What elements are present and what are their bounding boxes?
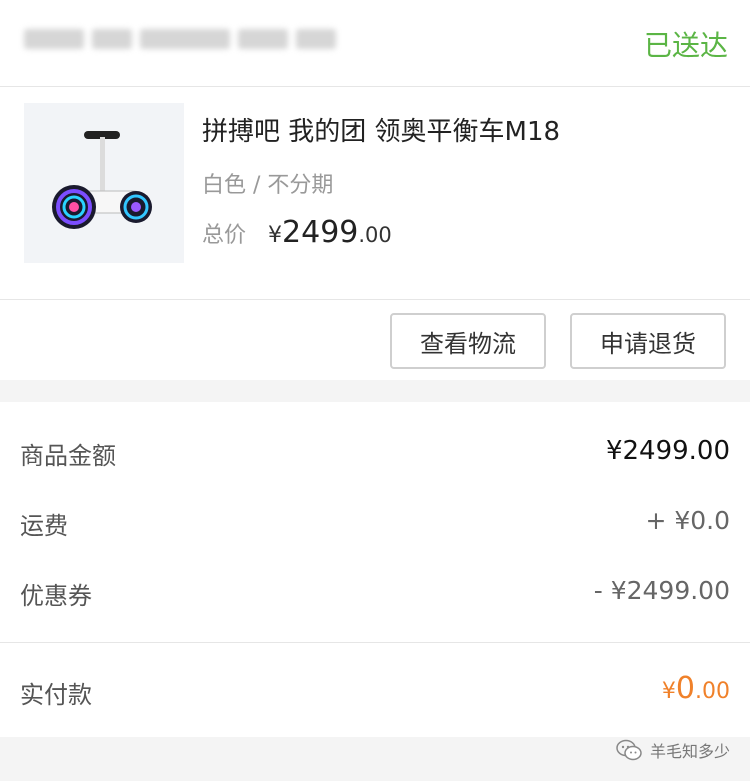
actual-payment-row: 实付款 ¥ 0 .00 [0,643,750,737]
coupon-row: 优惠券 - ¥2499.00 [20,576,730,616]
product-title[interactable]: 拼搏吧 我的团 领奥平衡车M18 [202,111,560,148]
product-price: 总价 ¥ 2499 .00 [202,215,392,250]
goods-amount-value: ¥2499.00 [605,436,730,466]
price-decimal: .00 [358,223,392,247]
price-currency: ¥ [268,223,283,248]
product-variant: 白色 / 不分期 [202,173,334,198]
watermark-text: 羊毛知多少 [649,742,730,761]
self-balancing-scooter-image [24,103,184,263]
coupon-label: 优惠券 [20,582,92,610]
shipping-value: + ¥0.0 [645,506,730,535]
paid-integer: 0 [675,671,695,706]
order-actions: 查看物流 申请退货 [0,300,750,380]
order-header: 已送达 [0,0,750,87]
paid-currency: ¥ [661,679,676,704]
product-card[interactable]: 拼搏吧 我的团 领奥平衡车M18 白色 / 不分期 总价 ¥ 2499 .00 [0,87,750,300]
goods-amount-label: 商品金额 [20,442,116,470]
actual-payment-value: ¥ 0 .00 [662,671,730,706]
price-integer: 2499 [282,215,359,250]
order-status: 已送达 [643,29,728,62]
shipping-row: 运费 + ¥0.0 [20,506,730,546]
goods-amount-row: 商品金额 ¥2499.00 [20,436,730,476]
view-logistics-button[interactable]: 查看物流 [390,313,546,369]
order-number-redacted [24,22,354,56]
wechat-watermark: 羊毛知多少 [616,738,730,762]
shipping-label: 运费 [20,512,68,540]
apply-return-button[interactable]: 申请退货 [570,313,726,369]
price-label: 总价 [202,223,247,248]
paid-decimal: .00 [695,679,730,704]
wechat-icon [616,739,642,761]
price-summary: 商品金额 ¥2499.00 运费 + ¥0.0 优惠券 - ¥2499.00 [0,402,750,643]
actual-payment-label: 实付款 [20,681,92,709]
coupon-value: - ¥2499.00 [593,576,730,605]
